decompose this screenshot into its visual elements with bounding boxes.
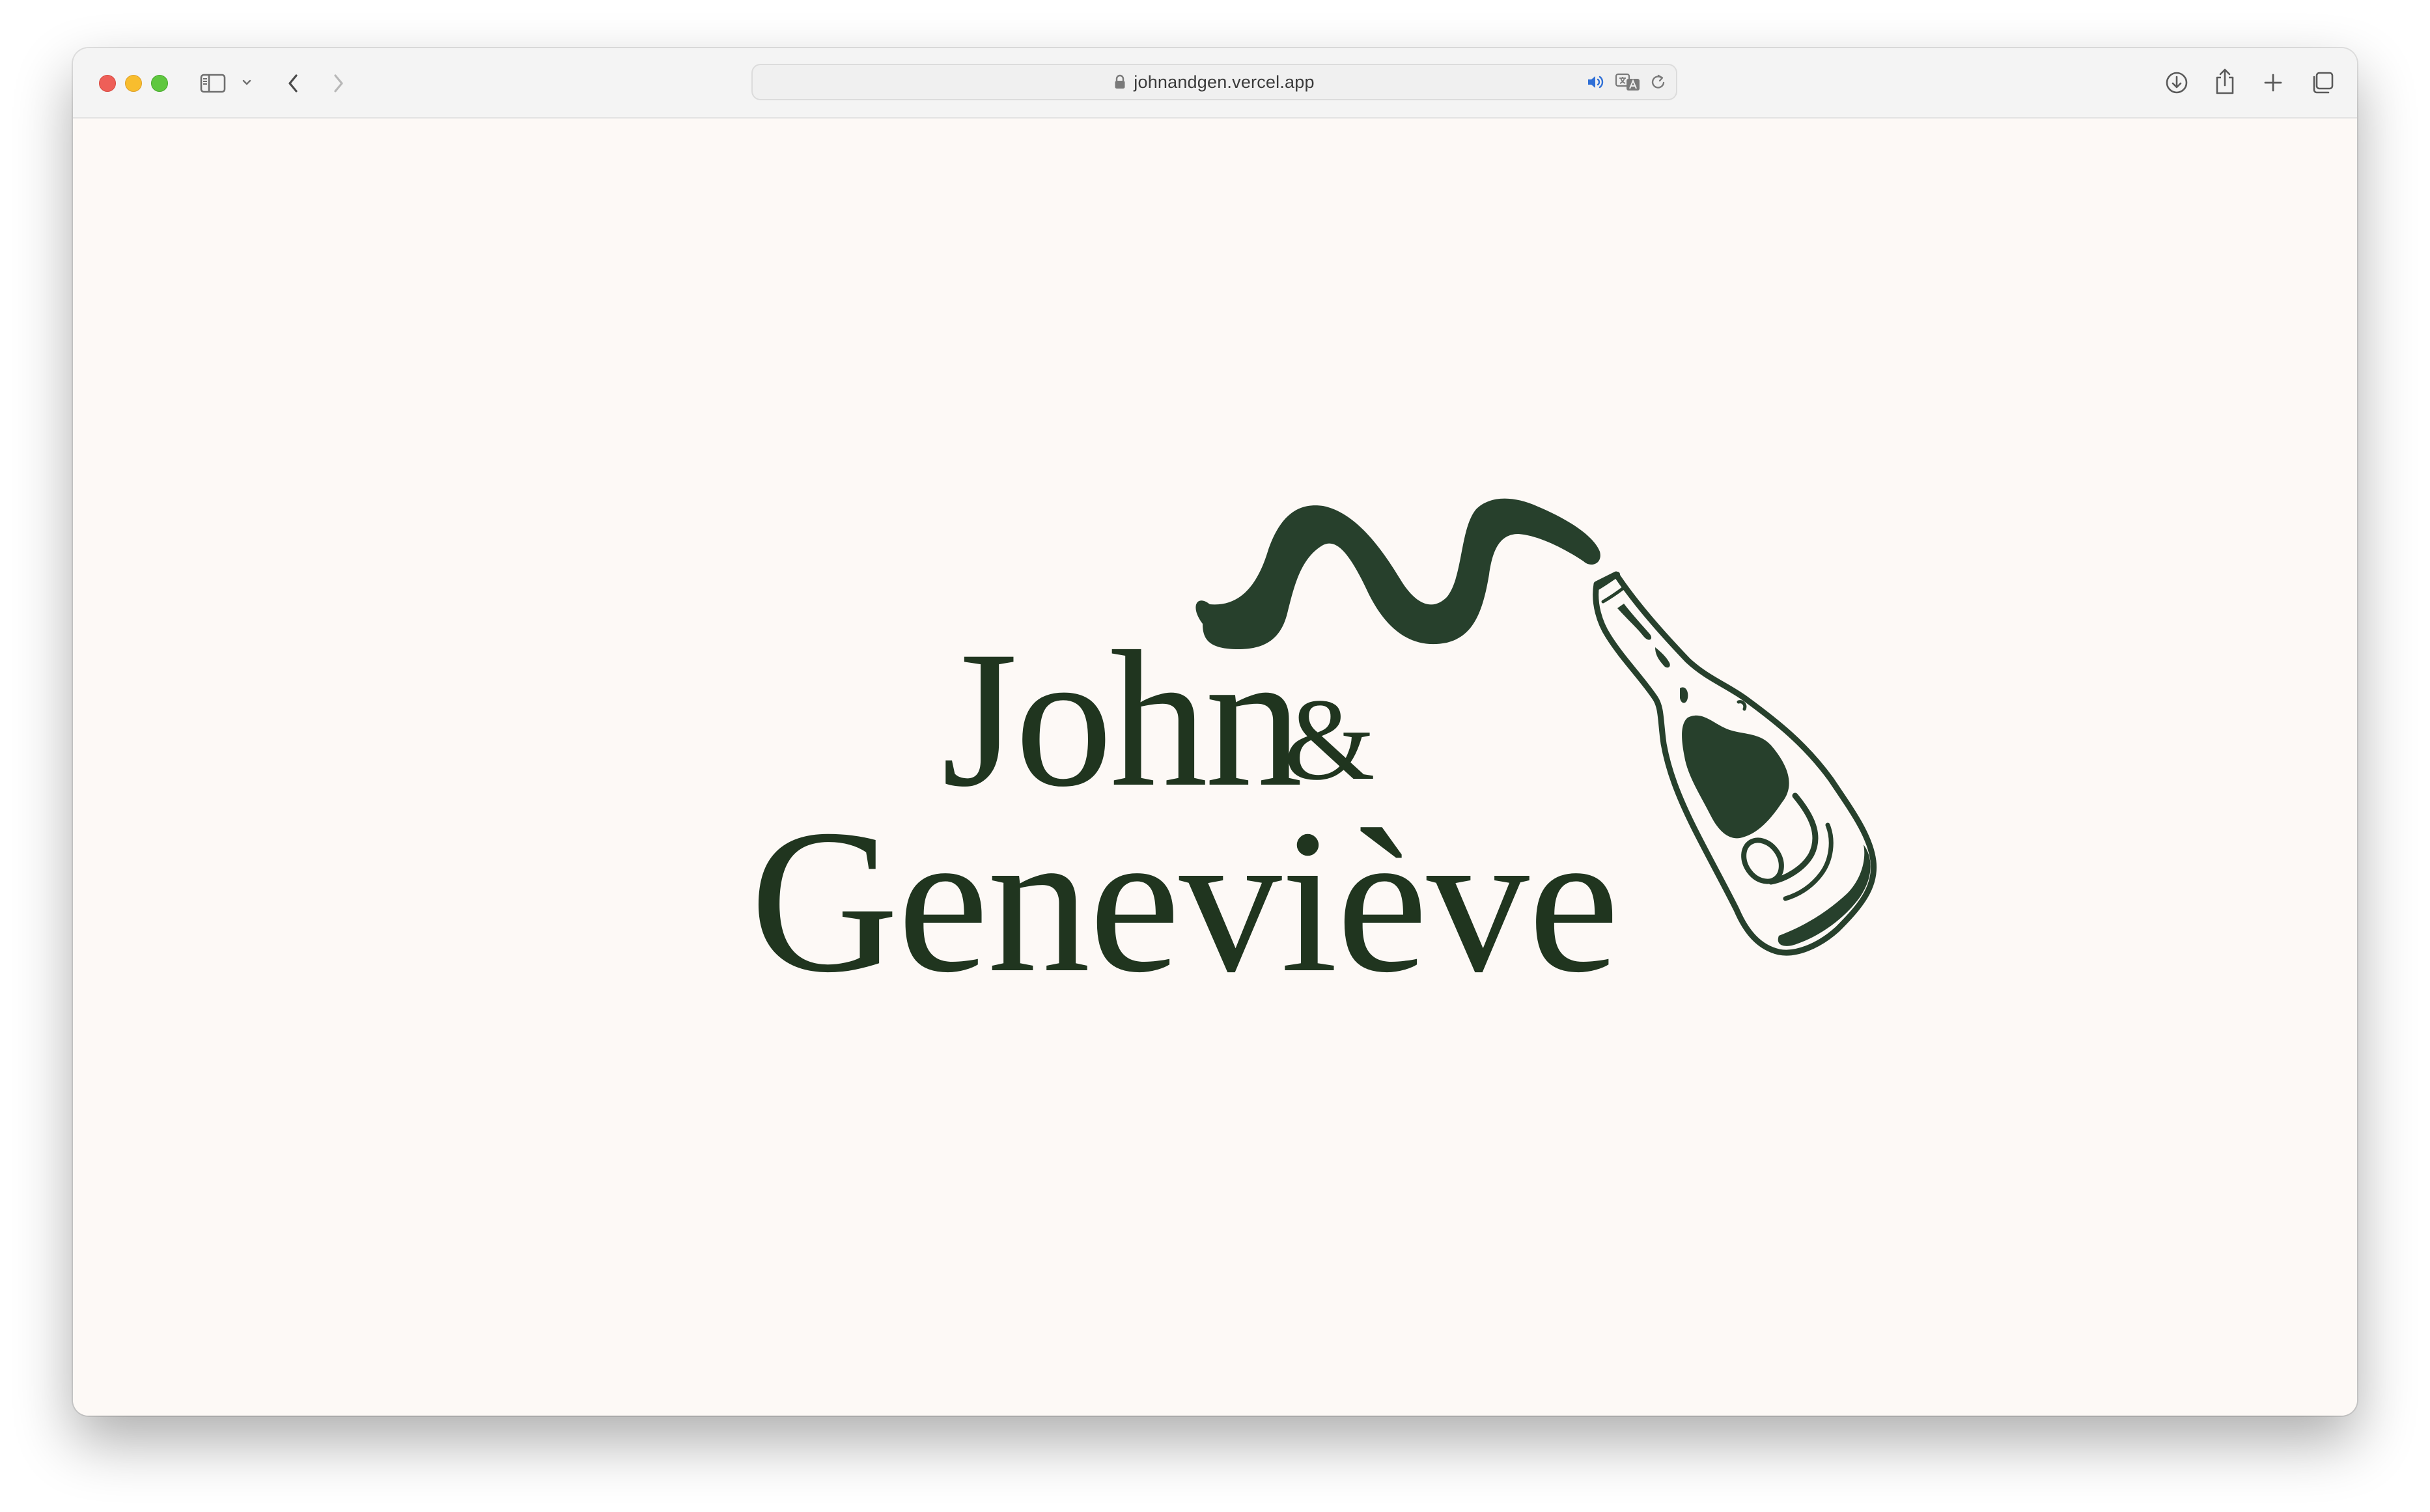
download-icon	[2166, 72, 2188, 94]
tab-overview-icon	[2313, 72, 2334, 94]
title-ampersand: &	[1284, 675, 1376, 804]
share-button[interactable]	[2211, 66, 2239, 96]
title-genevieve: Geneviève	[750, 787, 1619, 1015]
browser-window: johnandgen.vercel.app John & Geneviève	[73, 48, 2357, 1416]
share-icon	[2216, 68, 2234, 94]
minimize-window-button[interactable]	[125, 75, 142, 92]
tab-group-menu-button[interactable]	[240, 76, 254, 90]
url-text: johnandgen.vercel.app	[1134, 72, 1315, 92]
lock-icon	[1115, 74, 1125, 89]
new-tab-button[interactable]	[2259, 69, 2287, 96]
forward-button[interactable]	[327, 72, 350, 95]
chevron-down-icon	[242, 79, 251, 85]
plus-icon	[2264, 74, 2282, 92]
translate-icon[interactable]	[1615, 72, 1641, 92]
reload-icon[interactable]	[1650, 73, 1667, 91]
zoom-window-button[interactable]	[151, 75, 168, 92]
back-button[interactable]	[281, 72, 305, 95]
close-window-button[interactable]	[99, 75, 116, 92]
sidebar-toggle-button[interactable]	[198, 72, 228, 95]
page-content: John & Geneviève	[73, 119, 2357, 1416]
speaker-icon[interactable]	[1586, 74, 1606, 91]
forward-arrow-icon	[334, 74, 343, 92]
tab-overview-button[interactable]	[2309, 69, 2336, 96]
back-arrow-icon	[288, 74, 298, 92]
sidebar-icon	[200, 74, 226, 93]
downloads-button[interactable]	[2163, 69, 2190, 96]
address-bar[interactable]: johnandgen.vercel.app	[751, 64, 1677, 100]
browser-toolbar: johnandgen.vercel.app	[73, 48, 2357, 119]
